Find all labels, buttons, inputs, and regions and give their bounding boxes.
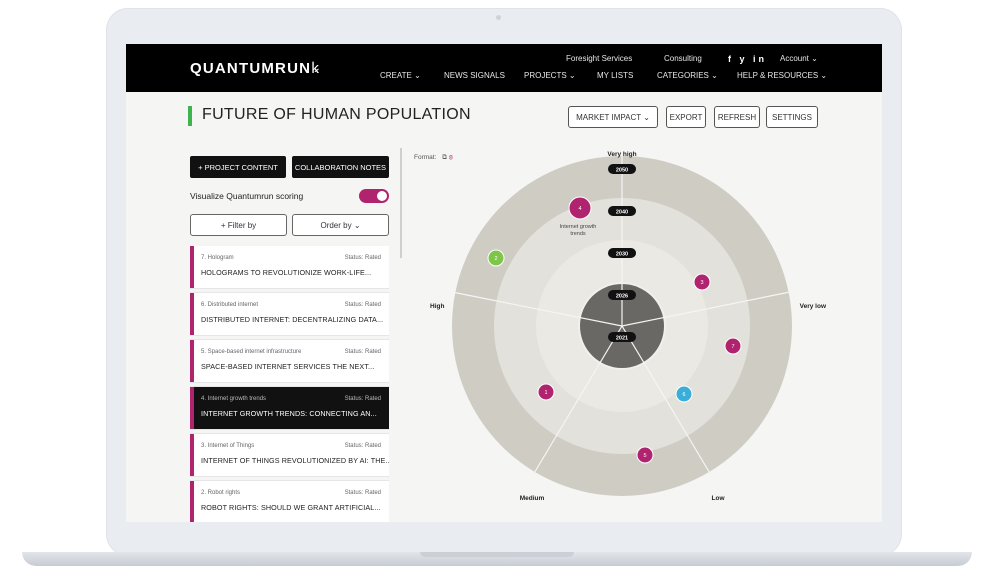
- direction-low: Low: [712, 495, 726, 502]
- nav-help-resources[interactable]: HELP & RESOURCES ⌄: [737, 71, 827, 80]
- title-accent-bar: [188, 106, 192, 126]
- social-icons[interactable]: f y in: [728, 54, 767, 64]
- svg-text:4: 4: [578, 206, 581, 212]
- svg-text:3: 3: [700, 280, 703, 286]
- item-title: ROBOT RIGHTS: SHOULD WE GRANT ARTIFICIAL…: [201, 503, 381, 512]
- nav-account[interactable]: Account ⌄: [780, 54, 818, 63]
- nav-my-lists[interactable]: MY LISTS: [597, 71, 633, 80]
- item-subtitle: 2. Robot rights: [201, 490, 241, 496]
- settings-button[interactable]: SETTINGS: [766, 106, 818, 128]
- nav-foresight-services[interactable]: Foresight Services: [566, 54, 632, 63]
- list-item[interactable]: 5. Space-based internet infrastructure S…: [190, 340, 389, 382]
- market-impact-button[interactable]: MARKET IMPACT ⌄: [568, 106, 658, 128]
- svg-text:2: 2: [494, 256, 497, 262]
- hover-label-line1: Internet growth: [560, 224, 597, 230]
- app-screen: QUANTUMRUNꝃ Foresight Services Consultin…: [126, 44, 882, 522]
- year-label: 2040: [616, 210, 628, 216]
- direction-very-high: Very high: [607, 151, 636, 158]
- item-subtitle: 3. Internet of Things: [201, 443, 255, 449]
- nav-categories[interactable]: CATEGORIES ⌄: [657, 71, 718, 80]
- top-nav: QUANTUMRUNꝃ Foresight Services Consultin…: [126, 44, 882, 92]
- radar-dot[interactable]: 3: [693, 273, 711, 291]
- logo[interactable]: QUANTUMRUNꝃ: [190, 58, 320, 78]
- item-status: Status: Rated: [344, 302, 381, 308]
- radar-dot[interactable]: 2: [487, 249, 505, 267]
- logo-mark-icon: ꝃ: [311, 60, 321, 77]
- nav-consulting[interactable]: Consulting: [664, 54, 702, 63]
- project-content-button[interactable]: + PROJECT CONTENT: [190, 156, 286, 178]
- item-title: INTERNET GROWTH TRENDS: CONNECTING AN...: [201, 409, 377, 418]
- item-status: Status: Rated: [344, 255, 381, 261]
- export-button[interactable]: EXPORT: [666, 106, 706, 128]
- svg-text:5: 5: [643, 453, 646, 459]
- page-title: FUTURE OF HUMAN POPULATION: [202, 106, 471, 123]
- item-subtitle: 6. Distributed internet: [201, 302, 259, 308]
- direction-high: High: [430, 303, 444, 310]
- collaboration-notes-button[interactable]: COLLABORATION NOTES: [292, 156, 389, 178]
- hover-label-line2: trends: [570, 231, 586, 237]
- svg-text:1: 1: [544, 390, 547, 396]
- list-item[interactable]: 7. Hologram Status: Rated HOLOGRAMS TO R…: [190, 246, 389, 288]
- item-status: Status: Rated: [344, 490, 381, 496]
- list-item[interactable]: 2. Robot rights Status: Rated ROBOT RIGH…: [190, 481, 389, 522]
- item-status: Status: Rated: [344, 349, 381, 355]
- visualize-scoring-toggle[interactable]: [359, 189, 389, 203]
- radar-dot[interactable]: 5: [636, 446, 654, 464]
- radar-dot[interactable]: 1: [537, 383, 555, 401]
- visualize-scoring-label: Visualize Quantumrun scoring: [190, 191, 304, 201]
- direction-medium: Medium: [520, 495, 545, 502]
- order-by-dropdown[interactable]: Order by ⌄: [292, 214, 389, 236]
- laptop-notch: [420, 552, 574, 557]
- list-scrollbar[interactable]: [400, 148, 402, 258]
- item-status: Status: Rated: [344, 443, 381, 449]
- direction-very-low: Very low: [800, 303, 827, 310]
- item-title: HOLOGRAMS TO REVOLUTIONIZE WORK-LIFE...: [201, 268, 372, 277]
- nav-create[interactable]: CREATE ⌄: [380, 71, 421, 80]
- year-label: 2050: [616, 168, 628, 174]
- nav-projects[interactable]: PROJECTS ⌄: [524, 71, 576, 80]
- list-item[interactable]: 6. Distributed internet Status: Rated DI…: [190, 293, 389, 335]
- radar-dot[interactable]: 6: [675, 385, 693, 403]
- item-subtitle: 4. Internet growth trends: [201, 396, 267, 402]
- camera: [496, 15, 501, 20]
- svg-text:7: 7: [731, 344, 734, 350]
- radar-chart: Very high High Very low Medium Low 2050 …: [430, 151, 827, 502]
- nav-news-signals[interactable]: NEWS SIGNALS: [444, 71, 505, 80]
- radar-dot[interactable]: 4: [568, 196, 592, 220]
- item-title: INTERNET OF THINGS REVOLUTIONIZED BY AI:…: [201, 456, 389, 465]
- toggle-knob: [377, 191, 387, 201]
- year-label: 2021: [616, 336, 628, 342]
- list-item[interactable]: 3. Internet of Things Status: Rated INTE…: [190, 434, 389, 476]
- project-item-list: 7. Hologram Status: Rated HOLOGRAMS TO R…: [190, 246, 389, 522]
- year-label: 2026: [616, 294, 628, 300]
- item-title: SPACE-BASED INTERNET SERVICES THE NEXT..…: [201, 362, 375, 371]
- filter-by-button[interactable]: + Filter by: [190, 214, 287, 236]
- year-label: 2030: [616, 252, 628, 258]
- svg-text:6: 6: [682, 392, 685, 398]
- list-item-selected[interactable]: 4. Internet growth trends Status: Rated …: [190, 387, 389, 429]
- item-subtitle: 7. Hologram: [201, 255, 234, 261]
- radar-dot[interactable]: 7: [724, 337, 742, 355]
- item-title: DISTRIBUTED INTERNET: DECENTRALIZING DAT…: [201, 315, 384, 324]
- item-subtitle: 5. Space-based internet infrastructure: [201, 349, 302, 355]
- refresh-button[interactable]: REFRESH: [714, 106, 760, 128]
- item-status: Status: Rated: [344, 396, 381, 402]
